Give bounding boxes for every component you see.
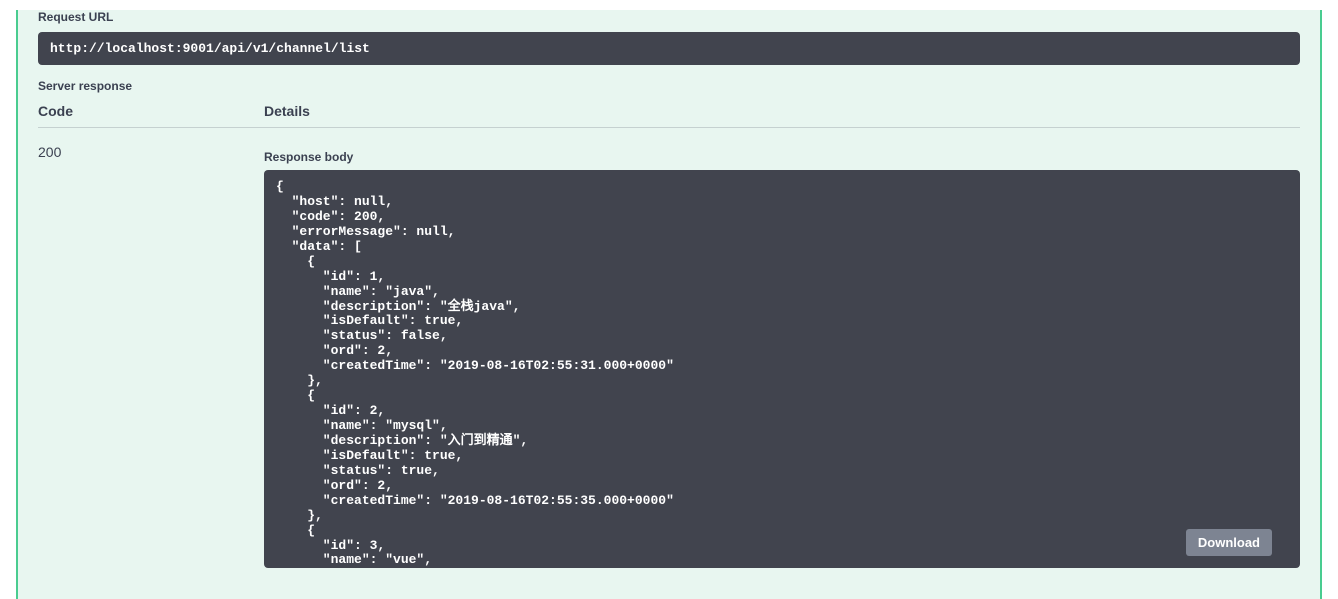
- download-button[interactable]: Download: [1186, 529, 1272, 556]
- response-table-header: Code Details: [38, 103, 1300, 128]
- response-details: Response body { "host": null, "code": 20…: [264, 142, 1300, 568]
- server-response-label: Server response: [38, 79, 1300, 93]
- response-table-row: 200 Response body { "host": null, "code"…: [38, 142, 1300, 568]
- response-body-label: Response body: [264, 150, 1300, 164]
- code-column-header: Code: [38, 103, 264, 119]
- request-url-value: http://localhost:9001/api/v1/channel/lis…: [38, 32, 1300, 65]
- response-code: 200: [38, 142, 264, 568]
- details-column-header: Details: [264, 103, 1300, 119]
- response-body-container: { "host": null, "code": 200, "errorMessa…: [264, 170, 1300, 568]
- response-body-content[interactable]: { "host": null, "code": 200, "errorMessa…: [264, 170, 1300, 568]
- request-url-label: Request URL: [38, 10, 1300, 24]
- swagger-response-panel: Request URL http://localhost:9001/api/v1…: [16, 10, 1322, 599]
